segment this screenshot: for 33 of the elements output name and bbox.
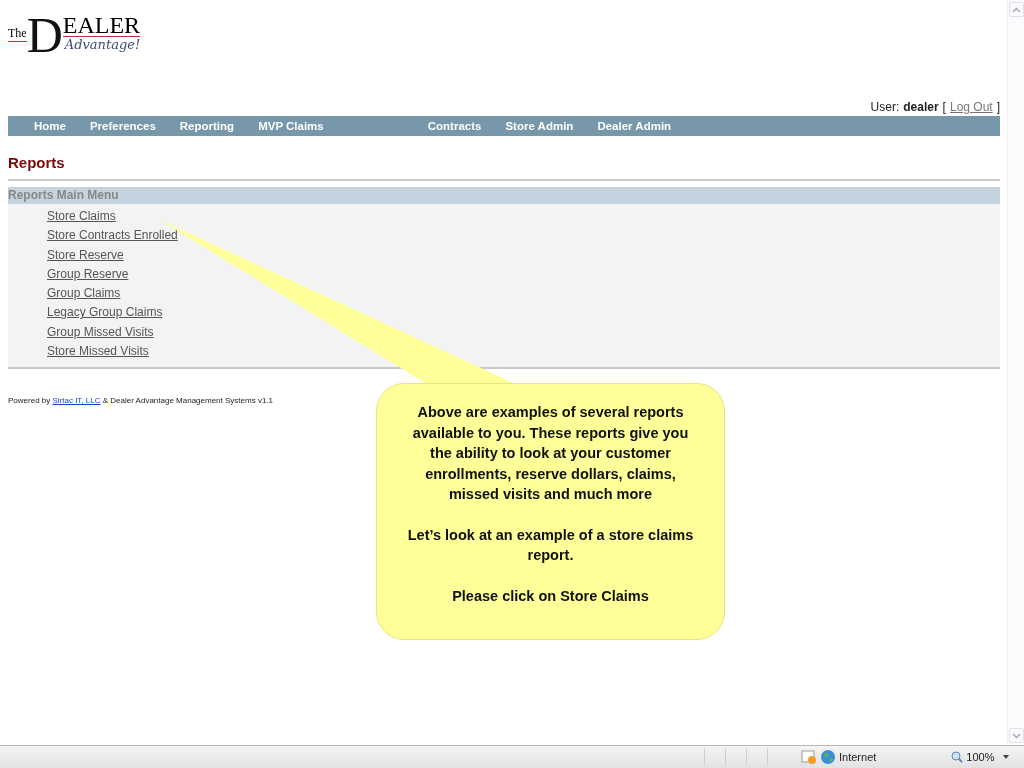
zoom-level[interactable]: 100% (966, 751, 995, 763)
caret-icon[interactable] (1003, 755, 1010, 759)
user-name: dealer (903, 100, 939, 116)
report-link[interactable]: Group Missed Visits (47, 324, 154, 339)
report-link[interactable]: Store Missed Visits (47, 344, 149, 359)
bracket-text: ] (996, 100, 1000, 116)
report-link[interactable]: Group Claims (47, 286, 121, 301)
report-link[interactable]: Group Reserve (47, 266, 129, 281)
menu-header: Reports Main Menu (8, 187, 1000, 204)
scroll-down-icon[interactable] (1008, 728, 1024, 743)
logout-link[interactable]: Log Out (949, 100, 993, 116)
logo-text: The (8, 26, 27, 42)
callout-text: Let’s look at an example of a store claims report. (407, 525, 694, 565)
user-label: User: (870, 100, 900, 116)
report-link[interactable]: Store Claims (47, 209, 116, 223)
report-link[interactable]: Store Contracts Enrolled (47, 228, 178, 243)
footer-text: Powered by Sirtac IT, LLC & Dealer Advantage Management Systems v1.1 (8, 396, 275, 406)
scroll-up-icon[interactable] (1008, 2, 1024, 17)
company-link[interactable]: Sirtac IT, LLC (52, 396, 101, 406)
zone-text: Internet (839, 751, 877, 763)
logo-tagline: Advantage! (64, 37, 141, 52)
report-link[interactable]: Store Reserve (47, 247, 124, 262)
logo-text: EALER (62, 14, 141, 37)
globe-icon (820, 749, 836, 765)
security-icon (801, 749, 817, 765)
logo-initial: D (26, 14, 63, 56)
scrollbar[interactable] (1007, 0, 1024, 745)
bracket-text: [ (942, 100, 946, 116)
report-link[interactable]: Legacy Group Claims (47, 305, 163, 320)
zoom-icon[interactable] (951, 751, 964, 763)
page-title: Reports (8, 154, 66, 171)
callout-text: Please click on Store Claims (451, 586, 650, 606)
callout-text: Above are examples of several reports available to you. These reports give you the ability to look at your customer enrollments, reserve dollars, claims, missed visits and much more (411, 403, 690, 504)
